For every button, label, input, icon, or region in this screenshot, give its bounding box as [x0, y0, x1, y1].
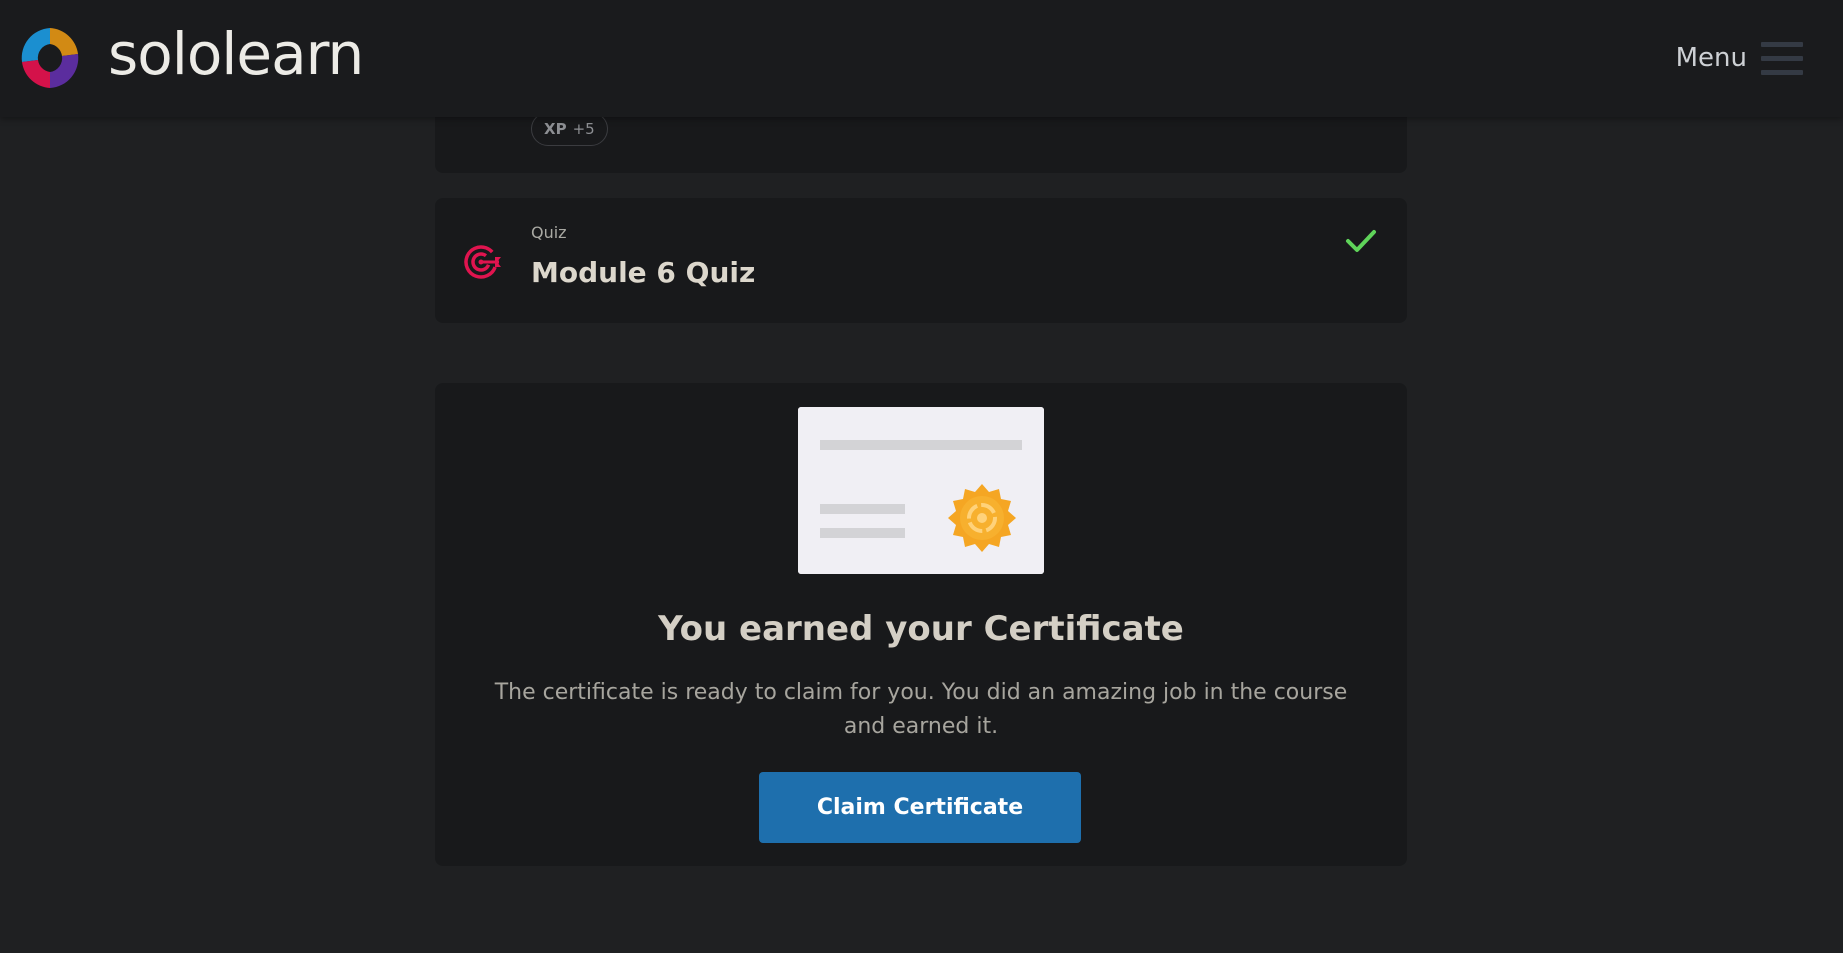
certificate-description: The certificate is ready to claim for yo… [494, 680, 1348, 739]
checkmark-icon [1346, 230, 1376, 252]
xp-value: +5 [572, 120, 595, 138]
xp-badge: XP +5 [531, 112, 608, 146]
quiz-type-label: Quiz [531, 223, 567, 242]
hamburger-menu-icon [1761, 40, 1803, 76]
certificate-card: You earned your Certificate The certific… [435, 383, 1407, 866]
xp-label: XP [544, 120, 567, 138]
brand-name[interactable]: sololearn [108, 18, 364, 90]
menu-button[interactable]: Menu [1676, 38, 1803, 78]
certificate-illustration [798, 407, 1044, 574]
quiz-title: Module 6 Quiz [531, 256, 756, 289]
claim-certificate-button[interactable]: Claim Certificate [759, 772, 1081, 843]
quiz-card[interactable]: Quiz Module 6 Quiz [435, 198, 1407, 323]
target-icon [464, 245, 501, 279]
sololearn-logo-icon[interactable] [14, 22, 86, 94]
menu-label: Menu [1675, 43, 1747, 73]
top-header: sololearn Menu [0, 0, 1843, 117]
certificate-title: You earned your Certificate [658, 609, 1184, 649]
